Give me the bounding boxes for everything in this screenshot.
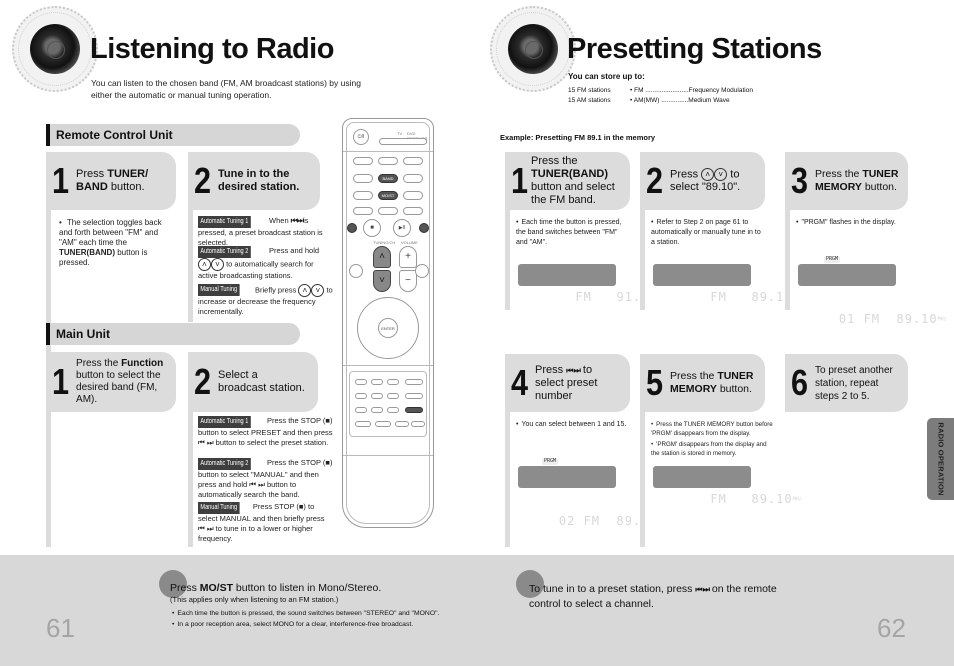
step-number: 2 [194, 160, 211, 201]
step-text: Press the TUNER(BAND) button and select … [531, 155, 615, 206]
step-text: Press ⏮ ⏭ to select preset number [535, 363, 598, 402]
tuner-band-button: BAND [378, 174, 398, 183]
tag-automatic-tuning-1: Automatic Tuning 1 [198, 416, 251, 428]
page-title: Listening to Radio [90, 33, 334, 65]
tag-automatic-tuning-2: Automatic Tuning 2 [198, 458, 251, 470]
step-number: 2 [646, 160, 663, 201]
preset-step-2: 2 Press ˄˅ to select "89.10". Refer to S… [640, 152, 802, 310]
remote-control-illustration: ⏻/I TV DVD RECEIVER BAND MO/ST ■ ▶II TUN… [342, 118, 434, 528]
step-number: 6 [791, 362, 808, 403]
step-number: 3 [791, 160, 808, 201]
step-text: Press the TUNER MEMORY button. [815, 168, 899, 193]
section-main-unit: Main Unit [46, 323, 300, 345]
tuning-item: Manual Tuning Press STOP (■) to select MA… [198, 502, 325, 543]
main-step-2: 2 Select a broadcast station. Automatic … [188, 352, 333, 547]
lcd-display: FM 89.10MHz [653, 264, 802, 304]
preset-tune-instruction: To tune in to a preset station, press ⏮ … [529, 583, 777, 610]
tuning-item: Automatic Tuning 1 When ⏮⏭is pressed, a … [198, 216, 323, 247]
tuning-down-icon: ˅ [311, 284, 325, 297]
mo-st-subheading: (This applies only when listening to an … [170, 595, 339, 604]
intro-text: You can listen to the chosen band (FM, A… [91, 78, 361, 100]
preset-step-5: 5 Press the TUNER MEMORY button. Press t… [640, 354, 802, 547]
tag-automatic-tuning-2: Automatic Tuning 2 [198, 246, 251, 258]
step-note: The selection toggles back and forth bet… [59, 218, 171, 268]
tuning-down-icon: ˅ [211, 258, 224, 271]
tuning-up-icon: ˄ [198, 258, 211, 271]
step-note: Refer to Step 2 on page 61 to automatica… [651, 218, 766, 248]
example-heading: Example: Presetting FM 89.1 in the memor… [500, 133, 656, 142]
store-item: 15 FM stations [568, 87, 611, 94]
section-remote-control-unit: Remote Control Unit [46, 124, 300, 146]
tuning-item: Automatic Tuning 2 Press and hold ˄ ˅ to … [198, 246, 320, 280]
lcd-display: FM 91.90MHz [518, 264, 667, 304]
step-text: Press TUNER/ BAND button. [76, 168, 149, 193]
stop-button: ■ [363, 219, 381, 237]
page-title: Presetting Stations [567, 33, 822, 65]
step-text: Press the Function button to select the … [76, 358, 164, 405]
play-pause-button: ▶II [393, 219, 411, 237]
store-item: 15 AM stations [568, 97, 611, 104]
step-note: Press the TUNER MEMORY button before 'PR… [651, 420, 773, 438]
step-note: 'PRGM' disappears from the display and t… [651, 440, 773, 458]
tuning-down-icon: ˅ [714, 167, 728, 181]
step-note: "PRGM" flashes in the display. [796, 218, 911, 228]
tuning-up-icon: ˄ [701, 167, 715, 181]
speaker-logo-icon [490, 6, 576, 92]
step-note: Each time the button is pressed, the ban… [516, 218, 631, 248]
preset-step-1: 1 Press the TUNER(BAND) button and selec… [505, 152, 667, 310]
step-number: 1 [511, 160, 528, 201]
tuning-up-icon: ˄ [298, 284, 312, 297]
tuning-down-button: ˅ [373, 270, 391, 292]
step-text: Press ˄ ˅ to select "89.10". [670, 167, 741, 194]
preset-step-4: 4 Press ⏮ ⏭ to select preset number You … [505, 354, 667, 547]
lcd-display: FM 89.10MHz [653, 466, 802, 506]
step-number: 1 [52, 160, 69, 201]
step-note: You can select between 1 and 15. [516, 420, 631, 430]
skip-icon: ⏮ ⏭ [695, 585, 710, 594]
section-tab-radio-operation: RADIO OPERATION [927, 418, 954, 500]
step-number: 5 [646, 362, 663, 403]
store-heading: You can store up to: [568, 72, 645, 81]
bottom-panel-left: Press MO/ST button to listen in Mono/Ste… [0, 555, 477, 666]
step-number: 1 [52, 361, 69, 402]
mo-st-heading: Press MO/ST button to listen in Mono/Ste… [170, 582, 382, 594]
page-number: 61 [46, 613, 75, 643]
tag-manual-tuning: Manual Tuning [198, 502, 240, 514]
tuning-item: Automatic Tuning 2 Press the STOP (■) but… [198, 458, 333, 499]
step-number: 4 [511, 362, 528, 403]
legend-item: • FM ........................Frequency M… [630, 87, 753, 94]
skip-back-button [347, 223, 357, 233]
step-number: 2 [194, 361, 211, 402]
enter-button: ENTER [378, 318, 398, 338]
mo-st-button: MO/ST [378, 191, 398, 200]
tuning-item: Automatic Tuning 1 Press the STOP (■) but… [198, 416, 333, 447]
power-button: ⏻/I [353, 129, 369, 145]
skip-icon: ⏮⏭ [290, 216, 304, 225]
prgm-indicator: PRGM [824, 256, 841, 263]
mo-st-bullet: In a poor reception area, select MONO fo… [172, 621, 413, 628]
step-text: Press the TUNER MEMORY button. [670, 370, 754, 395]
lcd-display: PRGM 02 FM 89.10MHz [518, 458, 667, 528]
step-text: Select a broadcast station. [218, 369, 305, 394]
lcd-display: PRGM 01 FM 89.10MHz [798, 256, 947, 326]
tuning-up-button: ˄ [373, 246, 391, 268]
step-text: Tune in to the desired station. [218, 168, 300, 193]
tuner-memory-button [405, 407, 423, 413]
legend-item: • AM(MW) ...............Medium Wave [630, 97, 730, 104]
skip-icon: ⏮ ⏭ [566, 365, 581, 375]
preset-step-6: 6 To preset another station, repeat step… [785, 354, 910, 414]
page-number: 62 [877, 613, 906, 643]
main-step-1: 1 Press the Function button to select th… [46, 352, 176, 547]
skip-forward-button [419, 223, 429, 233]
remote-step-2: 2 Tune in to the desired station. Automa… [188, 152, 333, 322]
tag-manual-tuning: Manual Tuning [198, 284, 240, 296]
step-text: To preset another station, repeat steps … [815, 364, 893, 402]
bottom-panel-right: To tune in to a preset station, press ⏮ … [477, 555, 954, 666]
speaker-logo-icon [12, 6, 98, 92]
prgm-indicator: PRGM [542, 458, 559, 465]
mo-st-bullet: Each time the button is pressed, the sou… [172, 610, 439, 617]
tuning-item: Manual Tuning Briefly press ˄ ˅ to increa… [198, 284, 333, 316]
tag-automatic-tuning-1: Automatic Tuning 1 [198, 216, 251, 228]
preset-step-3: 3 Press the TUNER MEMORY button. "PRGM" … [785, 152, 947, 326]
